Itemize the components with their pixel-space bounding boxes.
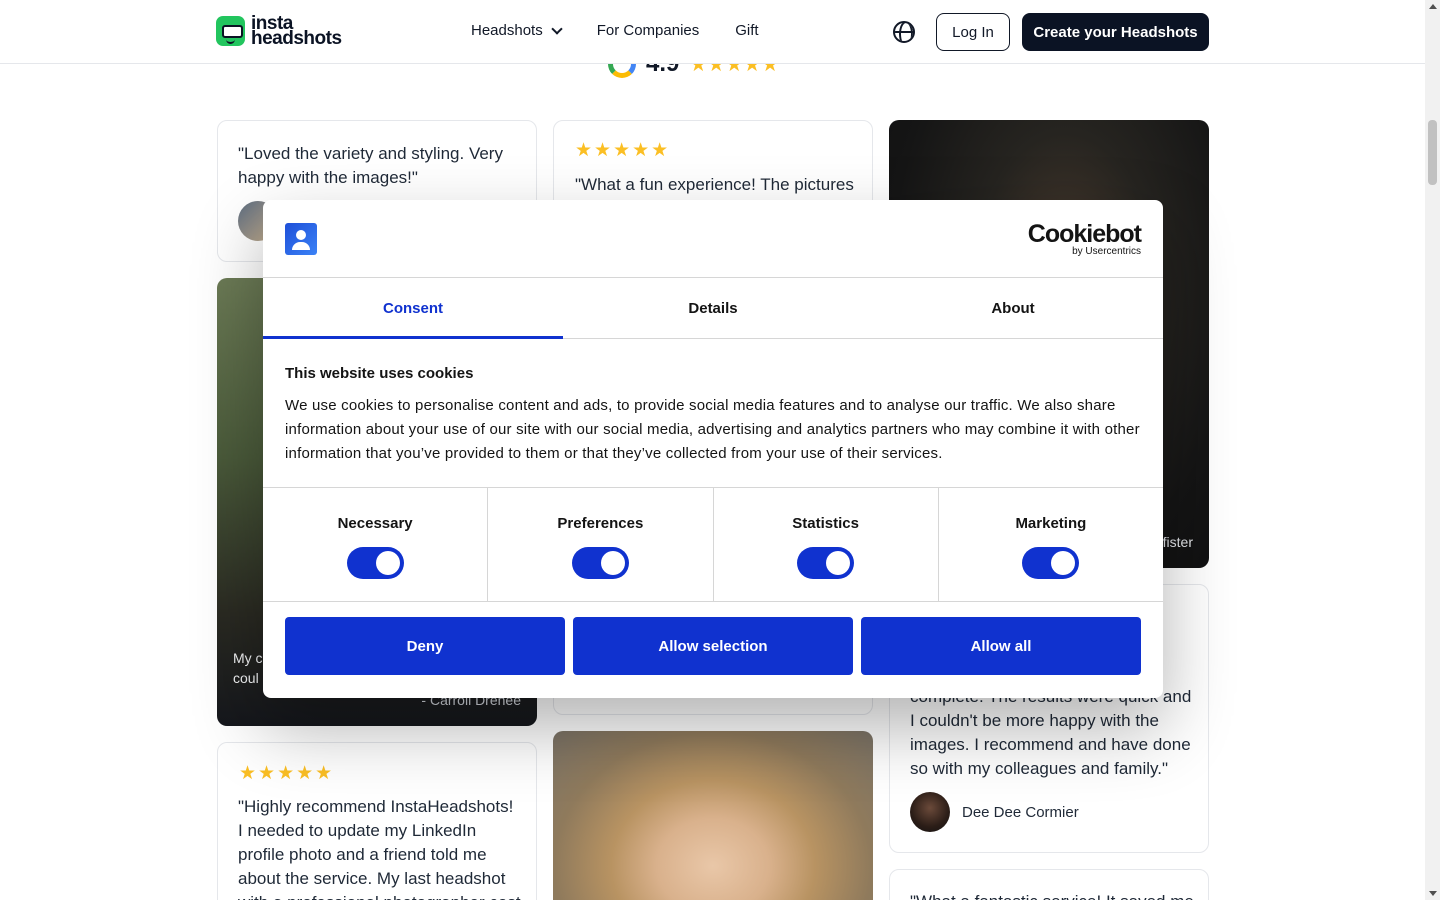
cookie-consent-dialog: Cookiebot by Usercentrics Consent Detail… [263, 200, 1163, 698]
dialog-tabs: Consent Details About [263, 278, 1163, 339]
dialog-header: Cookiebot by Usercentrics [263, 200, 1163, 278]
cookiebot-name: Cookiebot [1027, 220, 1142, 248]
toggle-label: Marketing [1015, 515, 1087, 532]
allow-all-button[interactable]: Allow all [861, 617, 1141, 675]
tab-consent[interactable]: Consent [263, 278, 563, 339]
allow-selection-button[interactable]: Allow selection [573, 617, 853, 675]
deny-button[interactable]: Deny [285, 617, 565, 675]
dialog-title: This website uses cookies [285, 365, 474, 382]
toggle-label: Necessary [337, 515, 413, 532]
scroll-down-arrow-icon[interactable] [1429, 891, 1437, 896]
toggle-marketing: Marketing [939, 488, 1163, 601]
dialog-text: We use cookies to personalise content an… [285, 397, 1140, 462]
dialog-body: This website uses cookies We use cookies… [263, 339, 1163, 488]
consent-toggles: Necessary Preferences Statistics Marketi… [263, 488, 1163, 602]
scroll-up-arrow-icon[interactable] [1429, 4, 1437, 9]
preferences-switch[interactable] [571, 547, 629, 579]
marketing-switch[interactable] [1022, 547, 1080, 579]
toggle-label: Preferences [557, 515, 644, 532]
toggle-preferences: Preferences [488, 488, 714, 601]
tab-details[interactable]: Details [563, 278, 863, 338]
toggle-necessary: Necessary [263, 488, 489, 601]
toggle-statistics: Statistics [714, 488, 939, 601]
tab-about[interactable]: About [863, 278, 1163, 338]
scrollbar-thumb[interactable] [1428, 120, 1437, 185]
necessary-switch[interactable] [346, 547, 404, 579]
statistics-switch[interactable] [797, 547, 855, 579]
cookiebot-brand[interactable]: Cookiebot by Usercentrics [1027, 220, 1142, 258]
page-scrollbar[interactable] [1425, 0, 1440, 900]
site-logo-icon [285, 223, 317, 255]
toggle-label: Statistics [792, 515, 859, 532]
dialog-buttons: Deny Allow selection Allow all [263, 602, 1163, 690]
